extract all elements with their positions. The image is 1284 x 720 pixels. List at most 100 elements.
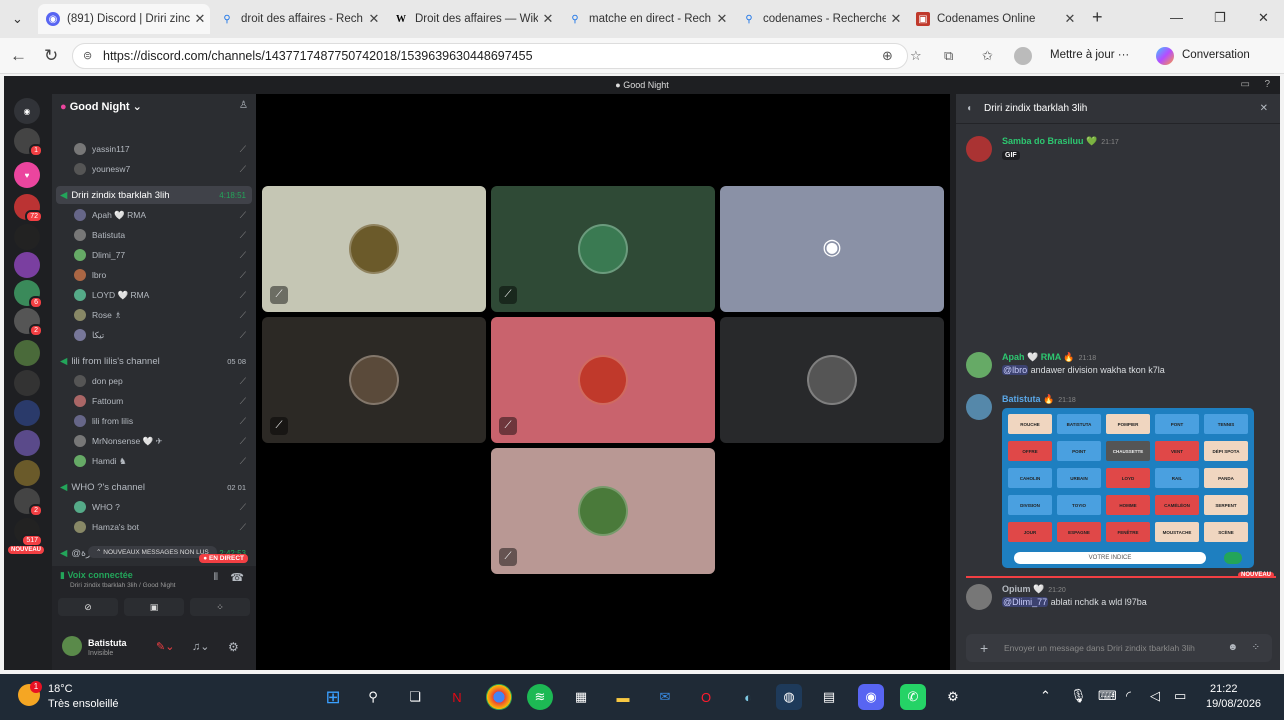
codenames-board-image[interactable]: ROUCHE BATISTUTA POMPIER PONT TENNIS OFFRE POI… <box>1002 408 1254 568</box>
headphones-icon[interactable]: ♫⌄ <box>192 640 209 653</box>
voice-member[interactable]: Hamdi ♞ ⟋ <box>52 452 256 470</box>
search-icon[interactable]: ⚲ <box>360 684 386 710</box>
user-mention[interactable]: @lbro <box>1002 365 1029 375</box>
participant-tile[interactable]: ⟋ <box>262 186 486 312</box>
server-icon[interactable]: 72 <box>14 194 43 223</box>
server-icon[interactable]: ♥ <box>14 162 40 188</box>
voice-member[interactable]: Rose ♗ ⟋ <box>52 306 256 324</box>
opera-icon[interactable]: O <box>693 684 719 710</box>
add-attachment-icon[interactable]: + <box>980 634 988 662</box>
voice-member[interactable]: younesw7 ⟋ <box>52 160 256 178</box>
voice-member[interactable]: yassin117 ⟋ <box>52 140 256 158</box>
weather-temp[interactable]: 18°C <box>48 683 73 695</box>
voice-member[interactable]: WHO ? ⟋ <box>52 498 256 516</box>
profile-avatar[interactable] <box>1014 47 1032 65</box>
participant-tile[interactable]: ⟋ <box>491 448 715 574</box>
windows-start-icon[interactable]: ⊞ <box>320 684 346 710</box>
copilot-icon[interactable] <box>1156 47 1174 65</box>
media-icon[interactable]: ▤ <box>816 684 842 710</box>
participant-tile[interactable]: ⟋ <box>491 317 715 443</box>
voice-member[interactable]: Fattoum ⟋ <box>52 392 256 410</box>
new-tab-button[interactable]: + <box>1092 7 1103 28</box>
tray-chevron-icon[interactable]: ⌃ <box>1040 688 1051 704</box>
voice-member[interactable]: don pep ⟋ <box>52 372 256 390</box>
avatar[interactable] <box>62 636 82 656</box>
settings-icon[interactable]: ⚙ <box>940 684 966 710</box>
keyboard-icon[interactable]: ⌨ <box>1098 688 1117 704</box>
voice-channel-path[interactable]: Driri zindix tbarklah 3lih / Good Night <box>70 582 176 589</box>
server-icon[interactable] <box>14 252 40 278</box>
tab-codenames-online[interactable]: ▣ Codenames Online ✕ <box>908 4 1080 34</box>
close-icon[interactable]: ✕ <box>886 11 906 27</box>
close-icon[interactable]: ✕ <box>1060 11 1080 27</box>
disconnect-icon[interactable]: ☎ <box>230 571 244 584</box>
maximize-icon[interactable]: ❐ <box>1214 10 1226 26</box>
avatar[interactable] <box>966 136 992 162</box>
voice-member[interactable]: Apah 🤍 RMA ⟋ <box>52 206 256 224</box>
server-icon[interactable] <box>14 400 40 426</box>
help-icon[interactable]: ? <box>1264 79 1270 90</box>
collections-icon[interactable]: ✩ <box>982 48 993 64</box>
tab-search-codenames[interactable]: ⚲ codenames - Recherche ✕ <box>734 4 906 34</box>
screen-share-button[interactable]: ▣ <box>124 598 184 616</box>
tab-discord[interactable]: ◉ (891) Discord | Driri zinc ✕ <box>38 4 210 34</box>
edge-icon[interactable]: ◍ <box>776 684 802 710</box>
mic-muted-icon[interactable]: ✎⌄ <box>156 640 174 653</box>
emoji-icon[interactable]: ☻ <box>1227 634 1238 662</box>
participant-tile[interactable]: ⟋ <box>262 317 486 443</box>
tab-list-chevron-icon[interactable]: ⌄ <box>12 11 23 27</box>
server-icon[interactable]: 6 <box>14 280 43 309</box>
volume-icon[interactable]: ◁ <box>1150 688 1160 704</box>
favorite-star-icon[interactable]: ☆ <box>910 48 922 64</box>
noise-icon[interactable]: ⫴ <box>214 572 218 583</box>
mail-icon[interactable]: ✉ <box>652 684 678 710</box>
voice-channel[interactable]: ◀ WHO ?'s channel 02 01 <box>56 478 252 496</box>
voice-member[interactable]: MrNonsense 🤍 ✈ ⟋ <box>52 432 256 450</box>
tab-wikipedia[interactable]: W Droit des affaires — Wiki ✕ <box>386 4 558 34</box>
voice-channel[interactable]: ◀ lili from lilis's channel 05 08 <box>56 352 252 370</box>
conversation-button[interactable]: Conversation <box>1182 49 1250 61</box>
server-icon[interactable]: 1 <box>14 128 43 157</box>
guild-header[interactable]: ● Good Night ⌄ <box>60 100 142 113</box>
task-view-icon[interactable]: ❏ <box>402 684 428 710</box>
unread-banner[interactable]: ⌃ NOUVEAUX MESSAGES NON LUS <box>88 546 217 558</box>
tab-search-droit[interactable]: ⚲ droit des affaires - Rech ✕ <box>212 4 384 34</box>
zoom-icon[interactable]: ⊕ <box>882 48 893 64</box>
invite-icon[interactable]: ♙ <box>239 100 248 111</box>
reload-icon[interactable]: ↻ <box>44 46 58 66</box>
author-name[interactable]: Opium 🤍 <box>1002 584 1044 594</box>
activities-button[interactable]: ⁘ <box>190 598 250 616</box>
netflix-icon[interactable]: N <box>444 684 470 710</box>
store-icon[interactable]: ▦ <box>568 684 594 710</box>
avatar[interactable] <box>966 394 992 420</box>
close-icon[interactable]: ✕ <box>1260 94 1268 124</box>
close-icon[interactable]: ✕ <box>538 11 558 27</box>
clock-date[interactable]: 19/08/2026 <box>1206 698 1261 710</box>
window-close-icon[interactable]: ✕ <box>1258 10 1269 26</box>
mic-icon[interactable]: 🎙 <box>1070 688 1087 704</box>
close-icon[interactable]: ✕ <box>712 11 732 27</box>
close-icon[interactable]: ✕ <box>190 11 210 27</box>
voice-member[interactable]: تيكا ⟋ <box>52 326 256 344</box>
close-icon[interactable]: ✕ <box>364 11 384 27</box>
settings-gear-icon[interactable]: ⚙ <box>228 640 239 654</box>
participant-tile[interactable]: ◉ <box>720 186 944 312</box>
chrome-profile-icon[interactable]: ◐ <box>735 684 761 710</box>
tab-search-match[interactable]: ⚲ matche en direct - Rech ✕ <box>560 4 732 34</box>
back-arrow-icon[interactable]: ← <box>10 46 27 66</box>
server-icon[interactable]: 517 <box>14 518 43 547</box>
author-name[interactable]: Batistuta 🔥 <box>1002 394 1054 404</box>
discord-taskbar-icon[interactable]: ◉ <box>858 684 884 710</box>
server-icon[interactable] <box>14 224 40 250</box>
battery-icon[interactable]: ▭ <box>1174 688 1186 704</box>
voice-member[interactable]: lili from lilis ⟋ <box>52 412 256 430</box>
inbox-icon[interactable]: ▭ <box>1241 79 1250 90</box>
whatsapp-icon[interactable]: ✆ <box>900 684 926 710</box>
server-icon[interactable] <box>14 340 40 366</box>
voice-member[interactable]: Batistuta ⟋ <box>52 226 256 244</box>
extensions-icon[interactable]: ⧉ <box>944 48 953 64</box>
discord-home-icon[interactable]: ◉ <box>14 98 40 124</box>
camera-button[interactable]: ⊘ <box>58 598 118 616</box>
wifi-icon[interactable]: ◜ <box>1126 688 1131 704</box>
voice-member[interactable]: LOYD 🤍 RMA ⟋ <box>52 286 256 304</box>
